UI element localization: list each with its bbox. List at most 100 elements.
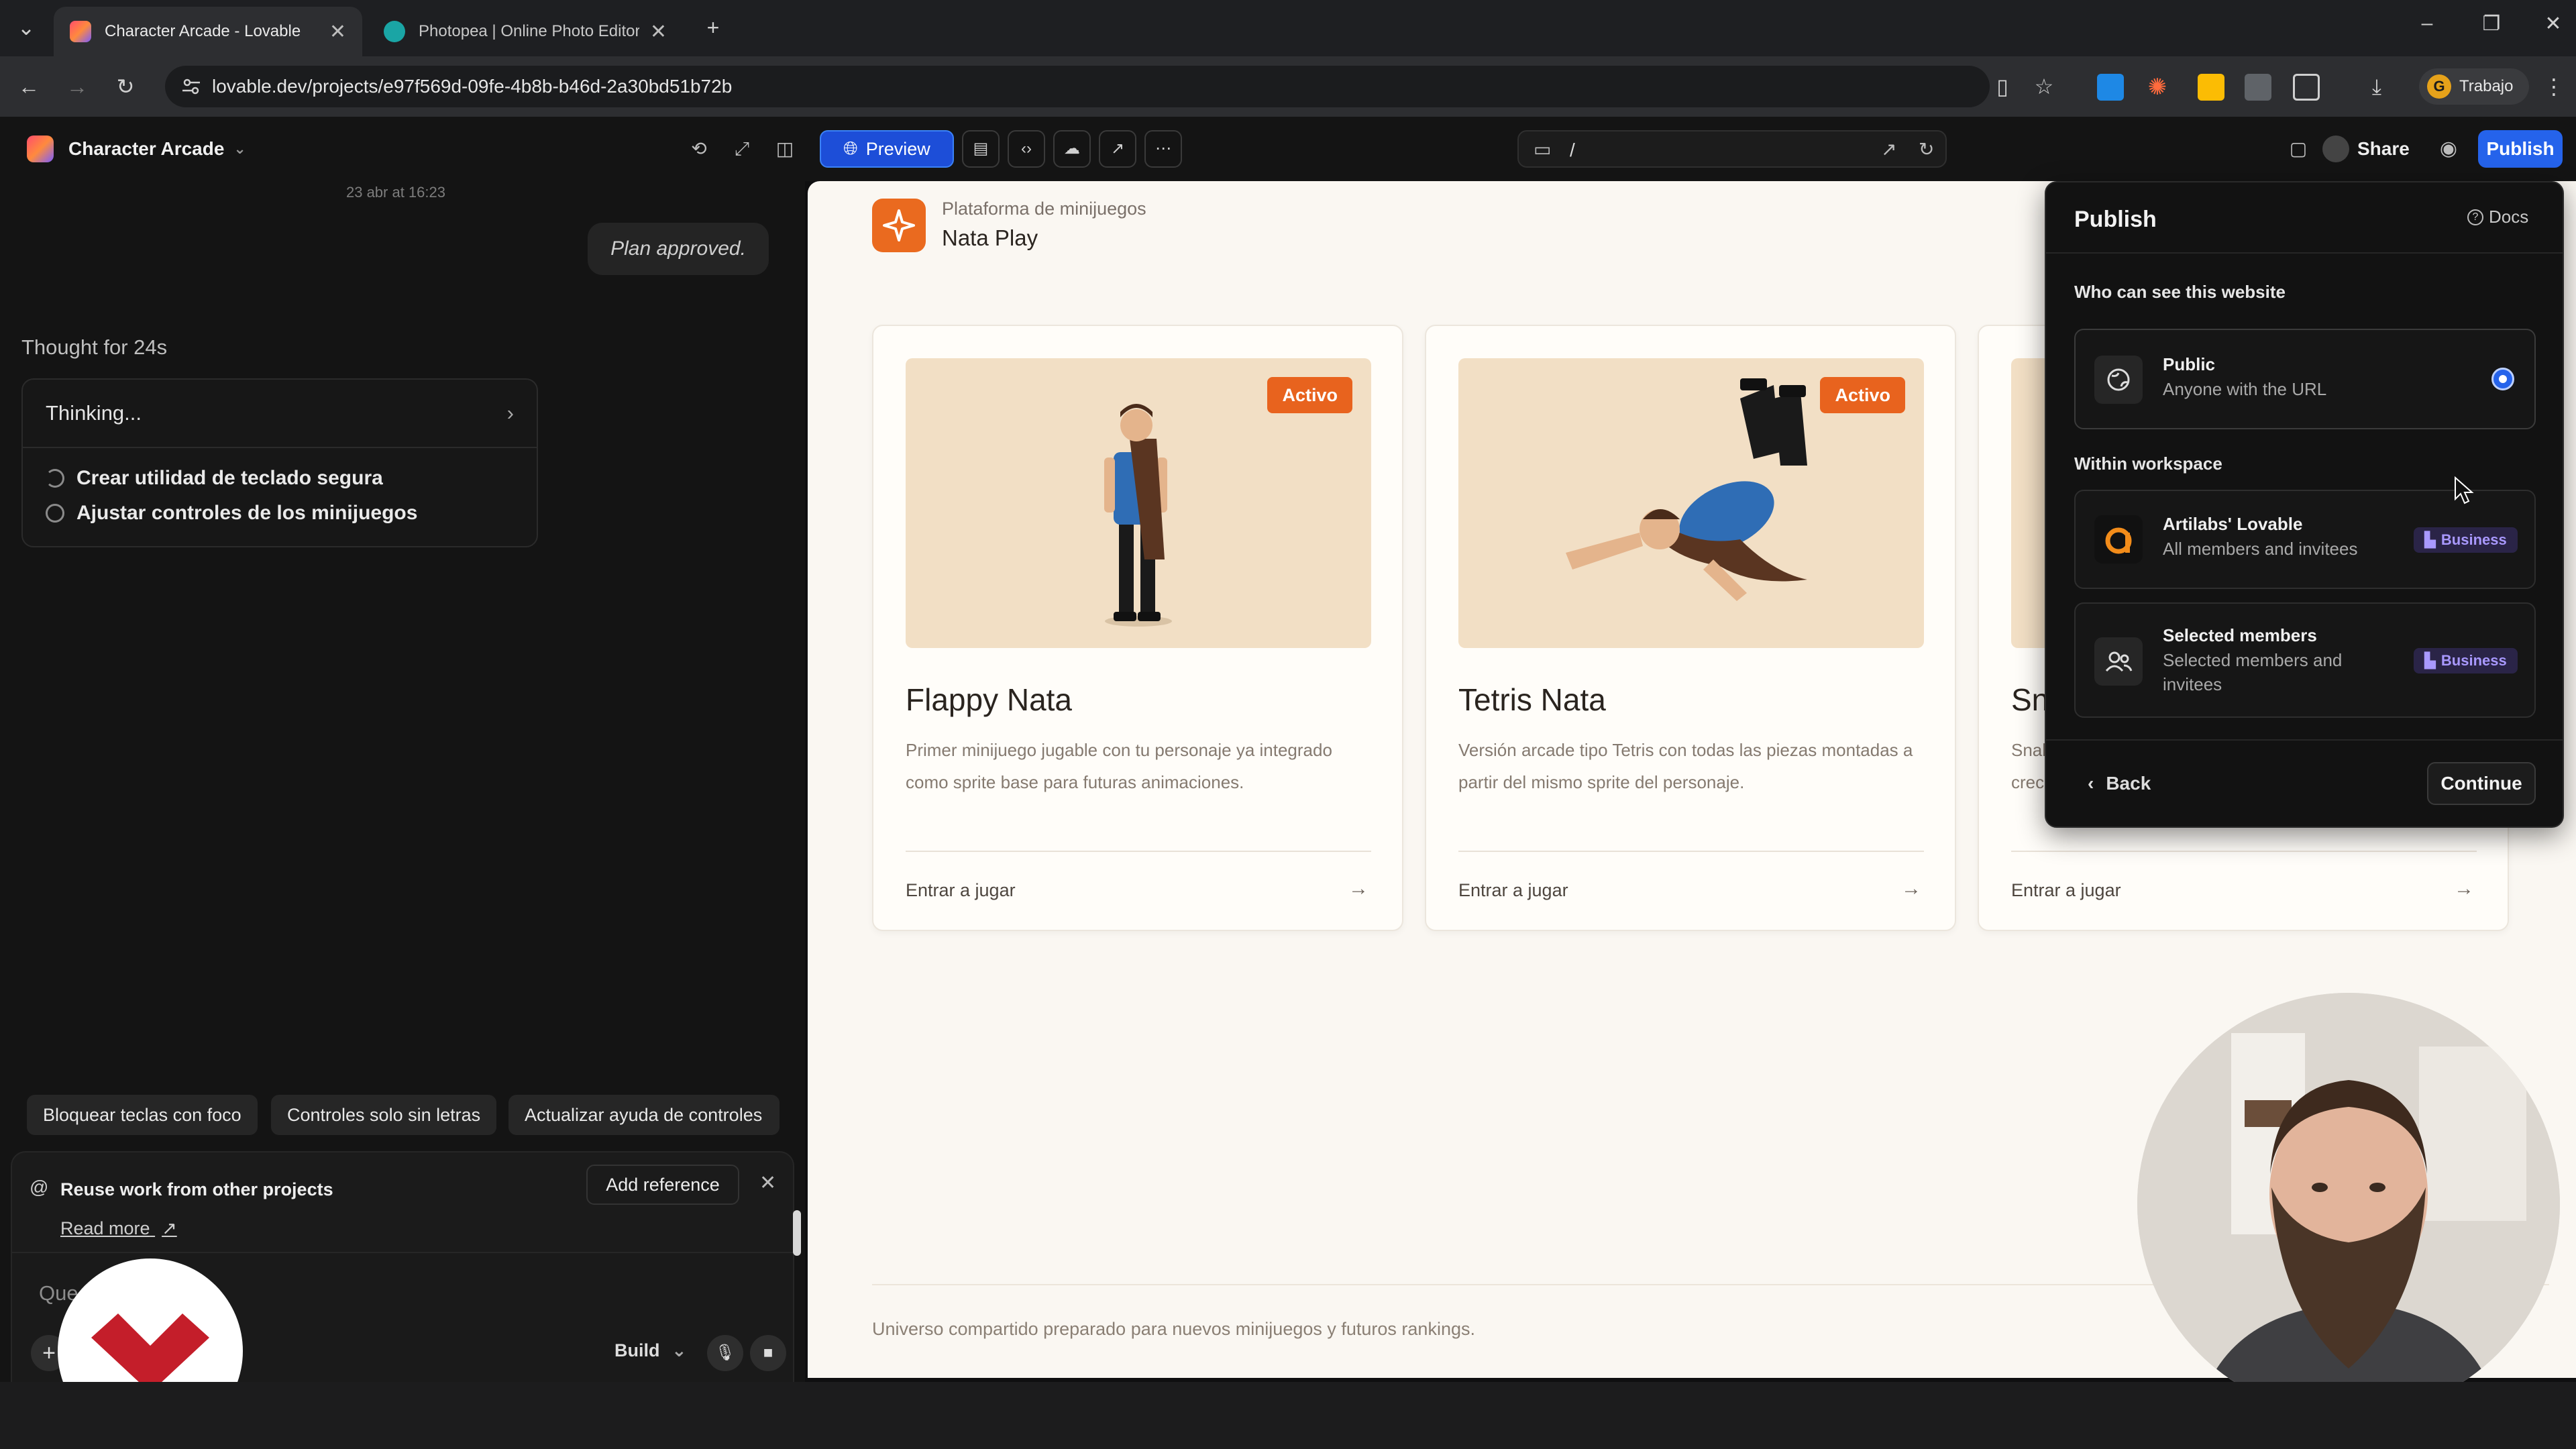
continue-button[interactable]: Continue <box>2427 762 2536 805</box>
add-reference-button[interactable]: Add reference <box>586 1165 739 1205</box>
site-settings-icon[interactable] <box>181 76 201 97</box>
project-selector[interactable]: Character Arcade ⌄ <box>27 136 246 162</box>
sidebar-toggle-icon[interactable]: ◫ <box>771 136 798 162</box>
microphone-icon[interactable]: 🎙︎ <box>707 1335 743 1371</box>
read-more-link[interactable]: Read more ↗ <box>60 1218 177 1239</box>
close-icon[interactable]: ✕ <box>759 1171 776 1195</box>
building-icon: ▙ <box>2424 652 2436 669</box>
external-link-icon: ↗ <box>162 1218 177 1238</box>
refresh-preview-icon[interactable]: ↻ <box>1919 138 1934 160</box>
business-badge: ▙ Business <box>2414 648 2518 674</box>
cloud-icon[interactable]: ☁ <box>1053 130 1091 168</box>
extension-grid-icon[interactable] <box>2245 74 2271 101</box>
play-link[interactable]: Entrar a jugar <box>906 880 1016 901</box>
close-tab-icon[interactable]: ✕ <box>329 20 346 44</box>
preview-button[interactable]: 🌐︎ Preview <box>820 130 954 168</box>
docs-link[interactable]: ? Docs <box>2467 207 2528 227</box>
building-icon: ▙ <box>2424 531 2436 548</box>
extension-play-icon[interactable] <box>2097 74 2124 101</box>
suggestion-chip[interactable]: Actualizar ayuda de controles <box>508 1095 780 1135</box>
card-divider <box>906 851 1371 852</box>
mouse-cursor-icon <box>2455 476 2474 504</box>
game-title: Sn <box>2011 682 2049 717</box>
publish-button[interactable]: Publish <box>2478 130 2563 168</box>
extensions-puzzle-icon[interactable] <box>2293 74 2320 101</box>
game-card-flappy-nata[interactable]: Activo Flappy Nata Primer minijuego juga… <box>872 325 1403 931</box>
chevron-down-icon: ⌄ <box>672 1340 687 1360</box>
option-selected-members[interactable]: Selected members Selected members and in… <box>2074 602 2536 718</box>
new-tab-icon[interactable]: + <box>698 12 729 43</box>
webcam-overlay <box>2137 993 2560 1415</box>
browser-tab-bar: ⌄ Character Arcade - Lovable ✕ Photopea … <box>0 0 2576 56</box>
chat-scrollbar[interactable] <box>793 1210 801 1256</box>
reload-icon[interactable]: ↻ <box>110 71 141 102</box>
play-link[interactable]: Entrar a jugar <box>1458 880 1568 901</box>
github-icon[interactable]: ◉ <box>2435 136 2462 162</box>
game-title: Tetris Nata <box>1458 682 1606 717</box>
stop-icon[interactable]: ■ <box>750 1335 786 1371</box>
brand-sparkle-icon <box>872 199 926 252</box>
mode-selector[interactable]: Build ⌄ <box>614 1340 687 1361</box>
thinking-toggle[interactable]: Thinking... › <box>23 380 537 448</box>
help-circle-icon: ? <box>2467 209 2483 225</box>
bookmark-star-icon[interactable]: ☆ <box>2029 71 2059 102</box>
more-icon[interactable]: ⋯ <box>1144 130 1182 168</box>
thinking-label: Thinking... <box>46 401 142 425</box>
minimize-window-icon[interactable]: – <box>2407 12 2447 35</box>
option-name: Artilabs' Lovable <box>2163 514 2303 534</box>
forward-arrow-icon[interactable]: → <box>62 71 93 102</box>
workspace-heading: Within workspace <box>2074 453 2222 474</box>
url-field[interactable]: lovable.dev/projects/e97f569d-09fe-4b8b-… <box>165 66 1990 107</box>
arrow-right-icon[interactable]: → <box>1901 877 1921 900</box>
url-text: lovable.dev/projects/e97f569d-09fe-4b8b-… <box>212 76 733 97</box>
brand-subtitle: Plataforma de minijuegos <box>942 199 1146 219</box>
business-badge: ▙ Business <box>2414 527 2518 553</box>
reuse-title: Reuse work from other projects <box>60 1179 333 1199</box>
app-top-bar: Character Arcade ⌄ ⟲ ⤢ ◫ 🌐︎ Preview ▤ ‹›… <box>0 117 2576 181</box>
share-button[interactable]: Share <box>2322 131 2418 166</box>
browser-menu-icon[interactable]: ⋮ <box>2538 71 2569 102</box>
game-card-tetris-nata[interactable]: Activo Tetris Nata Versión arcade tipo T… <box>1425 325 1956 931</box>
tab-character-arcade[interactable]: Character Arcade - Lovable ✕ <box>54 7 362 56</box>
code-icon[interactable]: ‹› <box>1008 130 1045 168</box>
comment-icon[interactable]: ▢ <box>2285 136 2312 162</box>
back-arrow-icon[interactable]: ← <box>13 71 44 102</box>
tab-title: Character Arcade - Lovable <box>105 22 301 40</box>
profile-avatar: G <box>2427 74 2451 99</box>
analytics-icon[interactable]: ↗ <box>1099 130 1136 168</box>
arrow-right-icon[interactable]: → <box>1348 877 1368 900</box>
suggestion-chip[interactable]: Controles solo sin letras <box>271 1095 497 1135</box>
route-bar[interactable]: ▭ / ↗ ↻ <box>1517 130 1947 168</box>
chevron-down-icon: ⌄ <box>233 140 246 157</box>
extension-new-icon[interactable] <box>2198 74 2224 101</box>
files-icon[interactable]: ▤ <box>962 130 1000 168</box>
play-link[interactable]: Entrar a jugar <box>2011 880 2121 901</box>
download-icon[interactable]: ⤓ <box>2361 71 2392 102</box>
arrow-right-icon[interactable]: → <box>2454 877 2474 900</box>
suggestion-chip[interactable]: Bloquear teclas con foco <box>27 1095 258 1135</box>
tab-photopea[interactable]: Photopea | Online Photo Editor ✕ <box>368 7 683 56</box>
page-icon[interactable]: ▯ <box>1987 71 2018 102</box>
task-step-label: Crear utilidad de teclado segura <box>76 467 383 489</box>
close-window-icon[interactable]: ✕ <box>2533 12 2573 36</box>
profile-button[interactable]: G Trabajo <box>2419 68 2529 105</box>
option-public[interactable]: Public Anyone with the URL <box>2074 329 2536 429</box>
restore-window-icon[interactable]: ❐ <box>2471 12 2512 36</box>
at-mention-icon: @ <box>30 1177 49 1197</box>
close-tab-icon[interactable]: ✕ <box>650 20 667 44</box>
device-icon[interactable]: ▭ <box>1534 138 1551 160</box>
expand-icon[interactable]: ⤢ <box>729 136 755 162</box>
back-button[interactable]: ‹ Back <box>2088 773 2151 794</box>
divider <box>2046 252 2563 254</box>
extension-claude-icon[interactable]: ✺ <box>2144 74 2171 101</box>
history-icon[interactable]: ⟲ <box>686 136 712 162</box>
selected-radio[interactable] <box>2491 368 2514 390</box>
option-name: Selected members <box>2163 625 2317 645</box>
tab-search-chevron-icon[interactable]: ⌄ <box>11 12 42 43</box>
badge-label: Business <box>2440 652 2507 669</box>
card-divider <box>2011 851 2477 852</box>
pending-circle-icon <box>46 504 64 523</box>
share-label: Share <box>2357 138 2410 159</box>
chevron-left-icon: ‹ <box>2088 773 2094 794</box>
open-external-icon[interactable]: ↗ <box>1881 138 1896 160</box>
